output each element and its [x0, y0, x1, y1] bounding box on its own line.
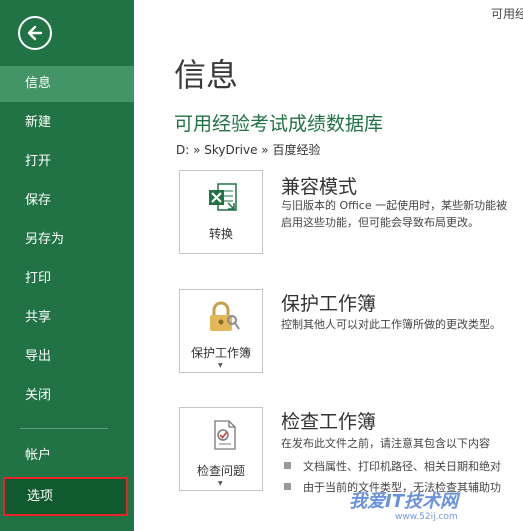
protect-workbook-button[interactable]: 保护工作簿 ▼: [179, 289, 263, 373]
main-panel: 可用经 信息 可用经验考试成绩数据库 D: » SkyDrive » 百度经验 …: [134, 0, 523, 531]
nav-item-info[interactable]: 信息: [0, 66, 134, 102]
check-issues-button-label: 检查问题: [196, 464, 245, 478]
nav-item-save[interactable]: 保存: [0, 183, 134, 219]
convert-button-label: 转换: [208, 227, 233, 241]
window-title-fragment: 可用经: [490, 7, 523, 21]
protect-workbook-button-label: 保护工作簿: [190, 346, 251, 360]
back-button[interactable]: [18, 16, 52, 50]
inspect-document-icon: [214, 420, 236, 450]
page-title: 信息: [174, 56, 239, 94]
protect-workbook-title: 保护工作簿: [281, 293, 377, 315]
nav-item-open[interactable]: 打开: [0, 144, 134, 180]
nav-item-new[interactable]: 新建: [0, 105, 134, 141]
convert-button[interactable]: 转换: [179, 170, 263, 254]
dropdown-caret-icon: ▼: [218, 362, 223, 369]
inspect-workbook-title: 检查工作簿: [281, 411, 377, 433]
nav-item-options[interactable]: 选项: [3, 477, 128, 516]
nav-item-save-as[interactable]: 另存为: [0, 222, 134, 258]
compat-mode-line-2: 启用这些功能，但可能会导致布局更改。: [281, 216, 479, 229]
bullet-square-icon: [284, 462, 291, 469]
nav-item-close[interactable]: 关闭: [0, 378, 134, 414]
nav-item-print[interactable]: 打印: [0, 261, 134, 297]
excel-convert-icon: [209, 183, 237, 211]
nav-item-export[interactable]: 导出: [0, 339, 134, 375]
protect-workbook-desc: 控制其他人可以对此工作簿所做的更改类型。: [281, 318, 501, 331]
breadcrumb: D: » SkyDrive » 百度经验: [176, 143, 321, 157]
dropdown-caret-icon: ▼: [218, 480, 223, 487]
watermark-logo: 我爱IT技术网: [349, 491, 458, 512]
compat-mode-line-1: 与旧版本的 Office 一起使用时，某些新功能被: [281, 199, 508, 212]
compat-mode-title: 兼容模式: [281, 176, 358, 198]
document-name: 可用经验考试成绩数据库: [174, 113, 384, 135]
lock-key-icon: [210, 301, 240, 331]
nav-item-share[interactable]: 共享: [0, 300, 134, 336]
inspect-bullet-1: 文档属性、打印机路径、相关日期和绝对: [284, 458, 501, 474]
watermark-url: www.52ij.com: [395, 512, 458, 522]
check-issues-button[interactable]: 检查问题 ▼: [179, 407, 263, 491]
nav-item-account[interactable]: 帐户: [0, 438, 134, 474]
inspect-workbook-desc: 在发布此文件之前，请注意其包含以下内容: [281, 437, 490, 450]
back-arrow-icon: [27, 25, 43, 41]
bullet-square-icon: [284, 483, 291, 490]
nav-divider: [20, 428, 108, 429]
inspect-bullet-1-text: 文档属性、打印机路径、相关日期和绝对: [303, 460, 501, 473]
backstage-sidebar: 信息 新建 打开 保存 另存为 打印 共享 导出 关闭 帐户 选项: [0, 0, 134, 531]
